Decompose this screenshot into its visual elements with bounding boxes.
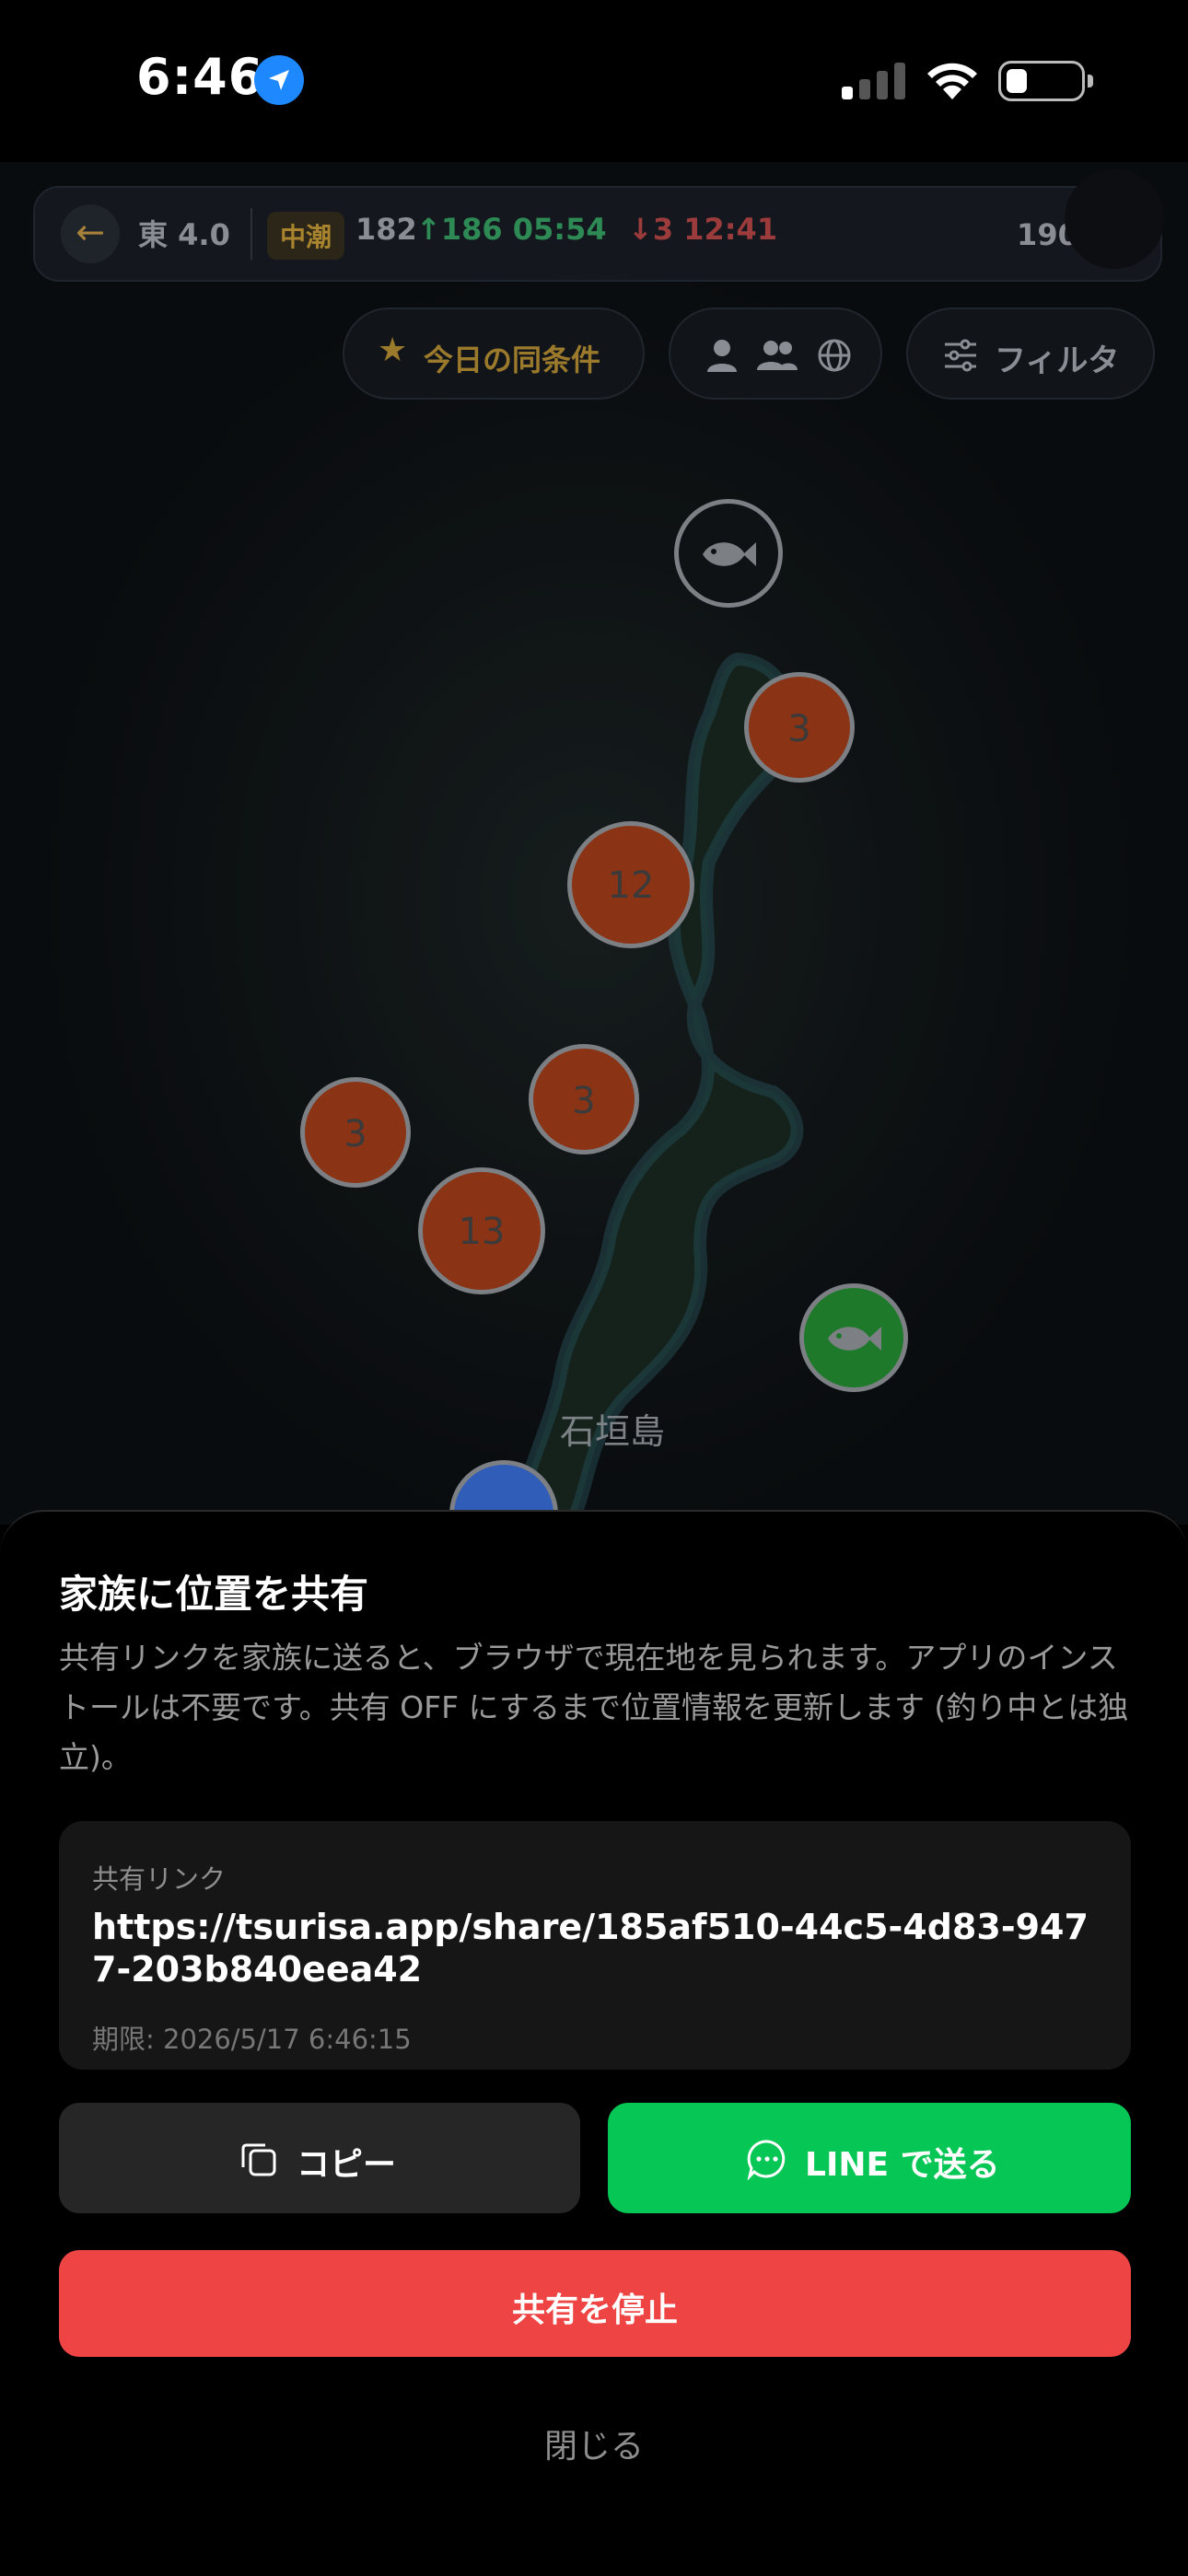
- high-tide: ↑186 05:54: [416, 212, 607, 247]
- visibility-toggle-chip[interactable]: [669, 307, 882, 400]
- send-line-button[interactable]: LINE で送る: [608, 2103, 1131, 2213]
- map-view[interactable]: ← 東 4.0 中潮 182 ↑186 05:54 ↓3 12:41 190 件…: [0, 162, 1188, 1525]
- arrow-left-icon: ←: [76, 212, 105, 252]
- back-button[interactable]: ←: [61, 204, 120, 263]
- cluster-marker[interactable]: 3: [744, 672, 855, 783]
- share-link-label: 共有リンク: [92, 1863, 227, 1895]
- wind-info: 東 4.0: [138, 217, 230, 252]
- cluster-marker[interactable]: 3: [300, 1077, 411, 1188]
- stop-sharing-label: 共有を停止: [511, 2292, 678, 2329]
- copy-label: コピー: [297, 2146, 397, 2184]
- sheet-description: 共有リンクを家族に送ると、ブラウザで現在地を見られます。アプリのインストールは不…: [59, 1640, 1129, 1775]
- filter-label: フィルタ: [995, 342, 1120, 379]
- person-icon: [707, 340, 737, 372]
- cellular-signal-icon: [842, 63, 905, 99]
- sheet-title: 家族に位置を共有: [59, 1572, 369, 1617]
- copy-icon: [241, 2143, 276, 2176]
- cluster-count: 13: [458, 1211, 506, 1253]
- share-link-card: 共有リンク https://tsurisa.app/share/185af510…: [59, 1821, 1131, 2070]
- cluster-count: 3: [787, 708, 811, 750]
- tide-badge: 中潮: [267, 212, 345, 260]
- star-icon: ★: [378, 331, 408, 369]
- divider: [250, 208, 252, 260]
- location-arrow-icon: [254, 55, 304, 105]
- low-tide: ↓3 12:41: [628, 212, 778, 247]
- share-link-expiry: 期限: 2026/5/17 6:46:15: [92, 2024, 412, 2055]
- compass[interactable]: [1065, 169, 1164, 269]
- conditions-bar: ← 東 4.0 中潮 182 ↑186 05:54 ↓3 12:41 190 件: [33, 186, 1162, 282]
- group-icon: [757, 341, 798, 370]
- filter-button[interactable]: フィルタ: [906, 307, 1155, 400]
- cluster-count: 3: [572, 1080, 596, 1122]
- stop-sharing-button[interactable]: 共有を停止: [59, 2250, 1131, 2357]
- chat-bubble-icon: [747, 2140, 786, 2180]
- island-label: 石垣島: [560, 1411, 666, 1452]
- send-line-label: LINE で送る: [805, 2146, 1000, 2184]
- cluster-marker[interactable]: 13: [418, 1167, 545, 1294]
- cluster-count: 12: [607, 864, 655, 907]
- status-time: 6:46: [136, 48, 264, 106]
- today-chip-label: 今日の同条件: [424, 342, 601, 377]
- close-button[interactable]: 閉じる: [0, 2419, 1188, 2467]
- copy-button[interactable]: コピー: [59, 2103, 580, 2213]
- battery-icon: [998, 61, 1093, 101]
- sliders-icon: [945, 339, 976, 372]
- cluster-marker[interactable]: 3: [529, 1044, 639, 1155]
- status-bar: 6:46: [0, 0, 1188, 162]
- globe-icon: [818, 339, 851, 372]
- cluster-marker[interactable]: 12: [567, 821, 694, 948]
- wifi-icon: [927, 63, 977, 99]
- fish-spot-marker[interactable]: [674, 499, 783, 608]
- tide-value: 182: [355, 212, 417, 247]
- share-location-sheet: 家族に位置を共有 共有リンクを家族に送ると、ブラウザで現在地を見られます。アプリ…: [0, 1510, 1188, 2576]
- fish-spot-marker-green[interactable]: [799, 1283, 908, 1392]
- share-link-url[interactable]: https://tsurisa.app/share/185af510-44c5-…: [92, 1906, 1105, 1990]
- fish-icon: [828, 1327, 881, 1351]
- today-same-conditions-chip[interactable]: ★ 今日の同条件: [343, 307, 645, 400]
- cluster-count: 3: [344, 1113, 367, 1155]
- fish-icon: [703, 542, 756, 566]
